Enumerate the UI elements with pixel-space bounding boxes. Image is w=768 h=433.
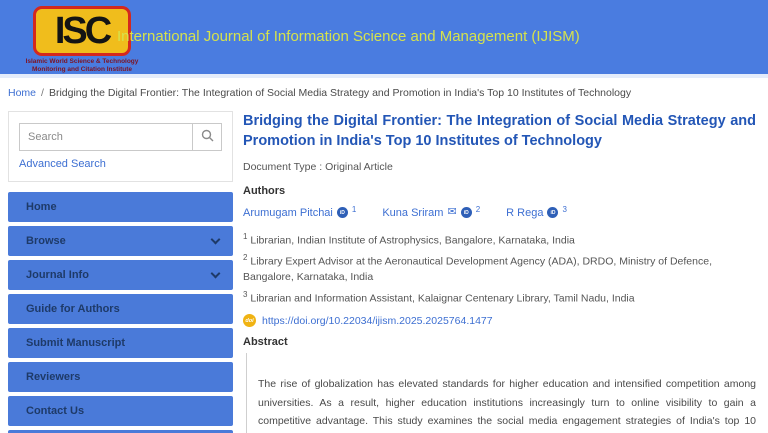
email-icon[interactable]: ✉ bbox=[447, 207, 456, 218]
sidebar-item-contact-us[interactable]: Contact Us bbox=[8, 396, 233, 426]
abstract-heading: Abstract bbox=[243, 336, 756, 348]
sidebar-item-reviewers[interactable]: Reviewers bbox=[8, 362, 233, 392]
chevron-down-icon bbox=[211, 234, 221, 244]
author-superscript: 3 bbox=[562, 205, 566, 214]
abstract-text: The rise of globalization has elevated s… bbox=[258, 375, 756, 433]
sidebar-item-submit-manuscript[interactable]: Submit Manuscript bbox=[8, 328, 233, 358]
sidebar-item-journal-info[interactable]: Journal Info bbox=[8, 260, 233, 290]
orcid-icon[interactable]: iD bbox=[461, 207, 472, 218]
sidebar-item-browse[interactable]: Browse bbox=[8, 226, 233, 256]
author-superscript: 1 bbox=[352, 205, 356, 214]
sidebar-item-guide-for-authors[interactable]: Guide for Authors bbox=[8, 294, 233, 324]
author-link[interactable]: Kuna Sriram ✉ iD 2 bbox=[382, 207, 480, 219]
breadcrumb-current: Bridging the Digital Frontier: The Integ… bbox=[49, 87, 631, 99]
isc-logo-subtitle: Islamic World Science & Technology Monit… bbox=[26, 58, 139, 74]
article-title[interactable]: Bridging the Digital Frontier: The Integ… bbox=[243, 111, 756, 152]
search-icon bbox=[201, 129, 214, 145]
breadcrumb: Home / Bridging the Digital Frontier: The … bbox=[0, 78, 768, 111]
breadcrumb-home-link[interactable]: Home bbox=[8, 87, 36, 99]
chevron-down-icon bbox=[211, 268, 221, 278]
doi-link[interactable]: https://doi.org/10.22034/ijism.2025.2025… bbox=[262, 315, 493, 327]
document-type: Document Type : Original Article bbox=[243, 161, 756, 173]
advanced-search-link[interactable]: Advanced Search bbox=[19, 158, 106, 170]
breadcrumb-separator: / bbox=[41, 87, 44, 99]
affiliation: 2 Library Expert Advisor at the Aeronaut… bbox=[243, 252, 756, 286]
site-header: ISC Islamic World Science & Technology M… bbox=[0, 0, 768, 78]
doi-icon: doi bbox=[243, 314, 256, 327]
isc-logo-text: ISC bbox=[55, 12, 109, 50]
author-link[interactable]: Arumugam Pitchai iD 1 bbox=[243, 207, 356, 219]
orcid-icon[interactable]: iD bbox=[337, 207, 348, 218]
author-link[interactable]: R Rega iD 3 bbox=[506, 207, 567, 219]
affiliation: 3 Librarian and Information Assistant, K… bbox=[243, 289, 756, 307]
journal-title: International Journal of Information Sci… bbox=[117, 28, 580, 45]
authors-row: Arumugam Pitchai iD 1 Kuna Sriram ✉ iD 2… bbox=[243, 207, 756, 219]
search-input[interactable] bbox=[19, 123, 192, 151]
doi-row: doi https://doi.org/10.22034/ijism.2025.… bbox=[243, 314, 756, 327]
abstract-section: The rise of globalization has elevated s… bbox=[246, 353, 756, 433]
search-button[interactable] bbox=[192, 123, 222, 151]
orcid-icon[interactable]: iD bbox=[547, 207, 558, 218]
article-main: Bridging the Digital Frontier: The Integ… bbox=[243, 111, 760, 433]
sidebar: Advanced Search Home Browse Journal Info… bbox=[8, 111, 233, 433]
affiliation: 1 Librarian, Indian Institute of Astroph… bbox=[243, 231, 756, 249]
author-superscript: 2 bbox=[476, 205, 480, 214]
sidebar-item-home[interactable]: Home bbox=[8, 192, 233, 222]
authors-heading: Authors bbox=[243, 185, 756, 197]
search-panel: Advanced Search bbox=[8, 111, 233, 182]
